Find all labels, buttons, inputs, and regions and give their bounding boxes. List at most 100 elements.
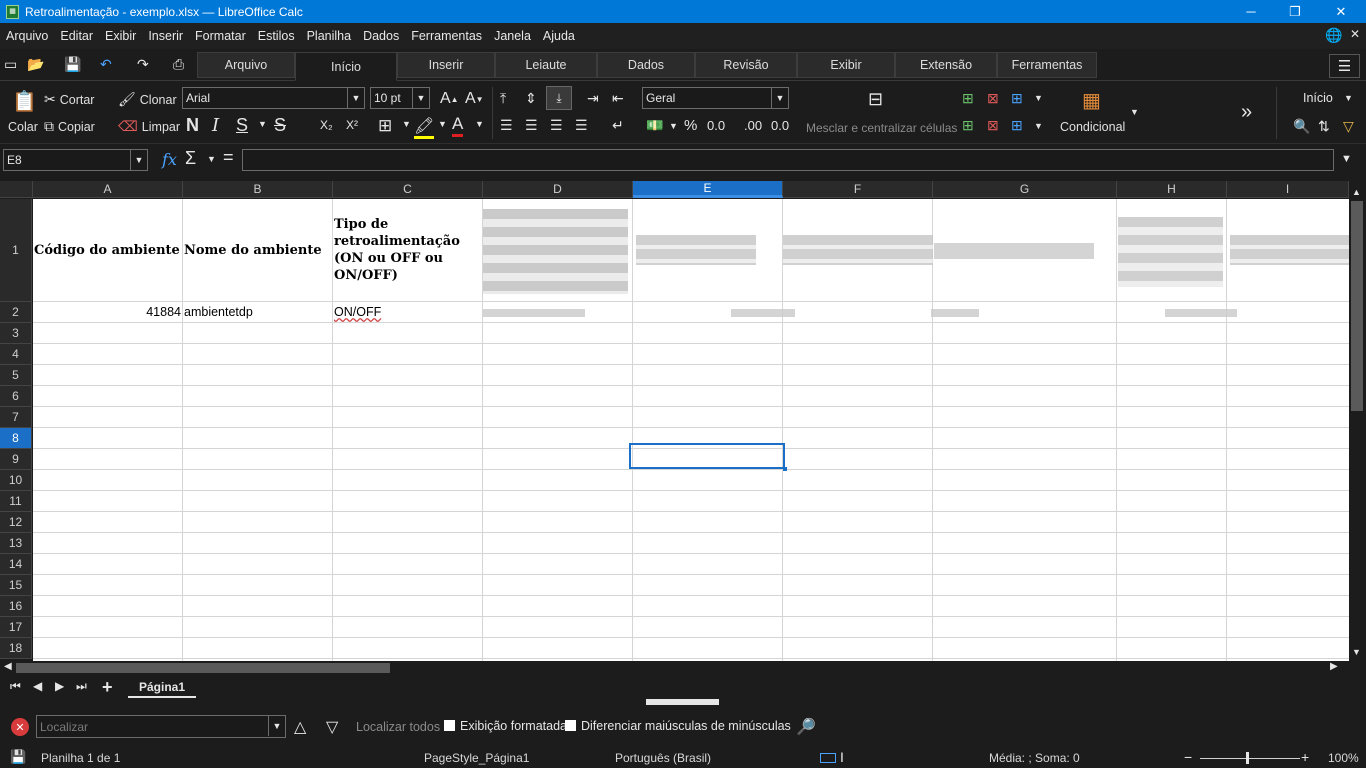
column-header-g[interactable]: G [933, 181, 1117, 198]
select-all-corner[interactable] [0, 181, 33, 198]
cell-b2[interactable]: ambientetdp [184, 302, 332, 322]
function-wizard-icon[interactable]: fx [162, 150, 177, 169]
menu-exibir[interactable]: Exibir [99, 29, 142, 43]
paste-button[interactable]: Colar [8, 120, 38, 134]
undo-icon[interactable]: ↶ [100, 56, 112, 73]
minimize-button[interactable]: ─ [1228, 0, 1274, 23]
first-sheet-icon[interactable]: ⏮ [10, 679, 21, 694]
chevron-down-icon[interactable]: ▼ [1034, 121, 1043, 131]
font-size-combo[interactable]: 10 pt ▼ [370, 87, 430, 109]
menu-estilos[interactable]: Estilos [252, 29, 301, 43]
tab-exibir[interactable]: Exibir [797, 52, 895, 78]
align-center-icon[interactable]: ☰ [525, 117, 538, 134]
menu-formatar[interactable]: Formatar [189, 29, 252, 43]
tab-ferramentas[interactable]: Ferramentas [997, 52, 1097, 78]
document-modified-icon[interactable]: 💾 [10, 749, 26, 765]
row-header-12[interactable]: 12 [0, 512, 32, 533]
scroll-left-icon[interactable]: ◀ [4, 661, 12, 672]
menu-planilha[interactable]: Planilha [301, 29, 357, 43]
merge-cells-icon[interactable]: ⊟ [868, 89, 883, 110]
find-all-button[interactable]: Localizar todos [356, 720, 440, 734]
align-top-icon[interactable]: ⤒ [500, 90, 506, 107]
language[interactable]: Português (Brasil) [615, 751, 711, 765]
menu-arquivo[interactable]: Arquivo [0, 29, 54, 43]
align-bottom-icon[interactable]: ⤓ [546, 86, 572, 110]
row-header-15[interactable]: 15 [0, 575, 32, 596]
insert-columns-icon[interactable]: ⊞ [962, 117, 974, 134]
find-replace-icon[interactable]: 🔍 [1293, 118, 1310, 135]
row-header-18[interactable]: 18 [0, 638, 32, 659]
chevron-down-icon[interactable]: ▼ [402, 119, 411, 129]
borders-icon[interactable]: ⊞ [378, 116, 392, 136]
row-header-11[interactable]: 11 [0, 491, 32, 512]
filter-icon[interactable]: ▽ [1343, 118, 1354, 135]
tab-inicio[interactable]: Início [295, 52, 397, 81]
menu-ajuda[interactable]: Ajuda [537, 29, 581, 43]
subscript-button[interactable]: X₂ [320, 118, 333, 132]
decrease-indent-icon[interactable]: ⇤ [612, 90, 624, 107]
horizontal-scrollbar[interactable]: ◀ ▶ [0, 661, 1349, 675]
justify-icon[interactable]: ☰ [575, 117, 588, 134]
merge-center-button[interactable]: Mesclar e centralizar células [806, 121, 957, 135]
copy-button[interactable]: ⧉ Copiar [44, 118, 95, 135]
zoom-out-icon[interactable]: − [1184, 749, 1192, 765]
column-header-d[interactable]: D [483, 181, 633, 198]
splitter-handle[interactable] [646, 699, 719, 705]
increase-indent-icon[interactable]: ⇥ [587, 90, 599, 107]
zoom-in-icon[interactable]: + [1301, 749, 1309, 765]
find-replace-dialog-icon[interactable]: 🔎 [796, 717, 816, 737]
row-header-16[interactable]: 16 [0, 596, 32, 617]
chevron-down-icon[interactable]: ▼ [1034, 93, 1043, 103]
row-header-9[interactable]: 9 [0, 449, 32, 470]
save-icon[interactable]: 💾 [64, 56, 81, 73]
formula-input[interactable] [242, 149, 1334, 171]
row-header-10[interactable]: 10 [0, 470, 32, 491]
align-left-icon[interactable]: ☰ [500, 117, 513, 134]
redo-icon[interactable]: ↷ [137, 56, 149, 73]
percent-button[interactable]: % [684, 117, 697, 134]
add-decimal-icon[interactable]: .00 [744, 118, 762, 133]
conditional-format-icon[interactable]: ▦ [1082, 88, 1101, 113]
column-header-b[interactable]: B [183, 181, 333, 198]
delete-decimal-icon[interactable]: 0.0 [771, 118, 789, 133]
row-header-5[interactable]: 5 [0, 365, 32, 386]
tab-revisao[interactable]: Revisão [695, 52, 797, 78]
more-options-button[interactable]: » [1241, 101, 1252, 124]
row-header-2[interactable]: 2 [0, 302, 32, 323]
grow-font-icon[interactable]: A ▲ [440, 90, 459, 108]
row-header-17[interactable]: 17 [0, 617, 32, 638]
sort-icon[interactable]: ⇅ [1318, 118, 1330, 135]
tab-inserir[interactable]: Inserir [397, 52, 495, 78]
insert-rows-icon[interactable]: ⊞ [962, 90, 974, 107]
delete-columns-icon[interactable]: ⊠ [987, 117, 999, 134]
row-header-13[interactable]: 13 [0, 533, 32, 554]
font-name-combo[interactable]: Arial ▼ [182, 87, 365, 109]
restore-button[interactable]: ❐ [1272, 0, 1318, 23]
chevron-down-icon[interactable]: ▼ [207, 154, 216, 164]
cell-c2[interactable]: ON/OFF [334, 302, 482, 322]
print-icon[interactable]: ⎙ [173, 56, 184, 73]
vertical-scrollbar[interactable]: ▲ ▼ [1349, 181, 1366, 661]
chevron-down-icon[interactable]: ▼ [1344, 93, 1353, 103]
new-document-icon[interactable]: ▭ [4, 56, 17, 73]
chevron-down-icon[interactable]: ▼ [258, 119, 267, 129]
find-next-icon[interactable]: ▽ [326, 717, 338, 737]
row-header-14[interactable]: 14 [0, 554, 32, 575]
page-style[interactable]: PageStyle_Página1 [424, 751, 529, 765]
globe-icon[interactable]: 🌐 [1325, 27, 1342, 44]
cell-a1[interactable]: Código do ambiente [34, 199, 182, 301]
sheet-tab-pagina1[interactable]: Página1 [128, 678, 196, 698]
cell-c1[interactable]: Tipo de retroalimentação (ON ou OFF ou O… [334, 199, 482, 301]
hamburger-menu-icon[interactable]: ☰ [1329, 54, 1360, 78]
menu-editar[interactable]: Editar [54, 29, 99, 43]
align-right-icon[interactable]: ☰ [550, 117, 563, 134]
tab-dados[interactable]: Dados [597, 52, 695, 78]
close-window-button[interactable]: ✕ [1318, 0, 1364, 23]
currency-icon[interactable]: 💵 [646, 117, 663, 134]
cell-area[interactable]: Código do ambiente Nome do ambiente Tipo… [33, 199, 1349, 661]
column-options-icon[interactable]: ⊞ [1011, 117, 1023, 134]
chevron-down-icon[interactable]: ▼ [669, 121, 678, 131]
chevron-down-icon[interactable]: ▼ [475, 119, 484, 129]
sum-icon[interactable]: Σ [185, 148, 196, 169]
superscript-button[interactable]: X² [346, 118, 358, 132]
